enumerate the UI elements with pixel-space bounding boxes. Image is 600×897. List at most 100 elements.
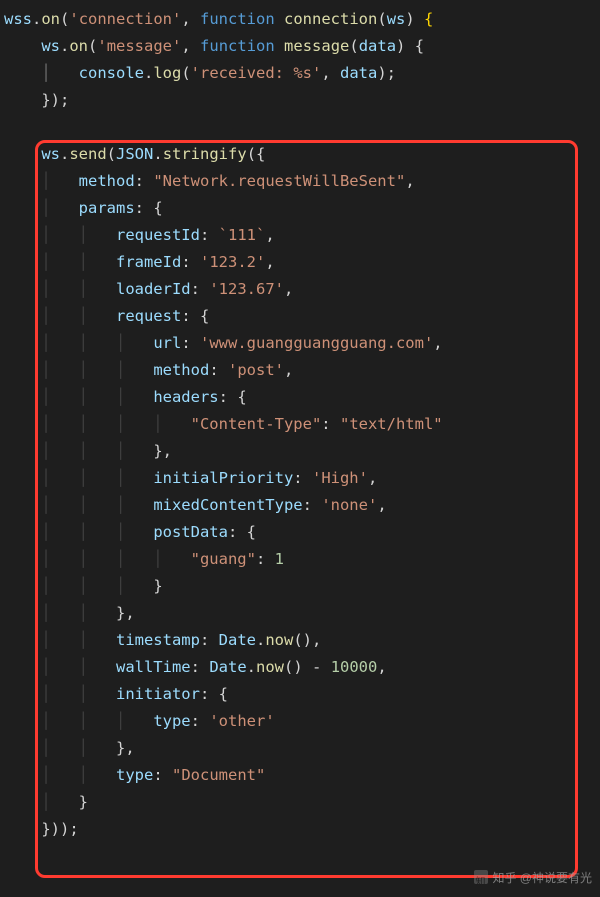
token-pun: : xyxy=(200,685,209,703)
code-line: │ │ timestamp: Date.now(), xyxy=(4,627,600,654)
token-str: '123.67' xyxy=(209,280,284,298)
token-guide: │ │ xyxy=(4,631,116,649)
token-str: 'none' xyxy=(321,496,377,514)
token-pun: , xyxy=(433,334,442,352)
token-pun: : xyxy=(303,496,312,514)
code-line: │ console.log('received: %s', data); xyxy=(4,60,600,87)
token-pun: . xyxy=(247,658,256,676)
token-obj: Date xyxy=(209,658,246,676)
code-line: │ │ │ headers: { xyxy=(4,384,600,411)
token-obj: initiator xyxy=(116,685,200,703)
token-pun: . xyxy=(144,64,153,82)
code-line: │ │ }, xyxy=(4,735,600,762)
token-guide: │ │ │ xyxy=(4,361,153,379)
token-pun: , xyxy=(265,226,274,244)
token-num: 10000 xyxy=(331,658,378,676)
code-line: │ │ }, xyxy=(4,600,600,627)
token-obj: type xyxy=(116,766,153,784)
token-str: `111` xyxy=(219,226,266,244)
token-pun: . xyxy=(60,145,69,163)
token-pun xyxy=(321,658,330,676)
token-pun: , xyxy=(405,172,414,190)
token-pun xyxy=(200,712,209,730)
token-pun xyxy=(331,415,340,433)
token-pun: ) { xyxy=(396,37,424,55)
token-pun: }, xyxy=(116,739,135,757)
token-pun xyxy=(4,37,41,55)
token-str: 'other' xyxy=(209,712,274,730)
token-pun xyxy=(200,658,209,676)
token-pun: , xyxy=(265,253,274,271)
token-obj: headers xyxy=(153,388,218,406)
token-pun: ( xyxy=(88,37,97,55)
token-guide: │ │ xyxy=(4,766,116,784)
token-pun: - xyxy=(312,658,321,676)
token-obj: data xyxy=(340,64,377,82)
token-pun: : xyxy=(200,631,209,649)
token-obj: requestId xyxy=(116,226,200,244)
token-guide: │ │ xyxy=(4,604,116,622)
token-pun xyxy=(303,469,312,487)
token-pun: . xyxy=(256,631,265,649)
token-guide: │ │ xyxy=(4,685,116,703)
token-pun: . xyxy=(60,37,69,55)
token-guide: │ │ │ xyxy=(4,496,153,514)
code-line: │ │ │ } xyxy=(4,573,600,600)
token-pun: , xyxy=(377,658,386,676)
token-pun: ) xyxy=(405,10,424,28)
token-guide: │ │ xyxy=(4,226,116,244)
token-str: "Document" xyxy=(172,766,265,784)
token-str: 'connection' xyxy=(69,10,181,28)
token-str: "text/html" xyxy=(340,415,443,433)
code-line: │ │ │ type: 'other' xyxy=(4,708,600,735)
token-pun xyxy=(191,253,200,271)
token-pun: , xyxy=(181,37,200,55)
token-pun: ( xyxy=(349,37,358,55)
token-kw: function xyxy=(200,10,275,28)
token-obj: ws xyxy=(41,145,60,163)
token-pun: ( xyxy=(181,64,190,82)
token-guide: │ │ │ xyxy=(4,469,153,487)
token-pun: ( xyxy=(60,10,69,28)
token-pun xyxy=(219,361,228,379)
token-pun: , xyxy=(321,64,340,82)
code-line: │ │ │ mixedContentType: 'none', xyxy=(4,492,600,519)
token-obj: Date xyxy=(219,631,256,649)
token-pun: , xyxy=(284,280,293,298)
token-obj: wss xyxy=(4,10,32,28)
token-fn: connection xyxy=(284,10,377,28)
code-line: │ params: { xyxy=(4,195,600,222)
token-pun: }, xyxy=(116,604,135,622)
token-obj: wallTime xyxy=(116,658,191,676)
token-pun: : xyxy=(228,523,237,541)
token-obj: ws xyxy=(387,10,406,28)
token-pun xyxy=(209,631,218,649)
code-line: │ │ request: { xyxy=(4,303,600,330)
code-line xyxy=(4,114,600,141)
token-guide: │ │ │ xyxy=(4,523,153,541)
token-pun xyxy=(265,550,274,568)
code-line: }); xyxy=(4,87,600,114)
token-str: 'message' xyxy=(97,37,181,55)
token-pun: })); xyxy=(4,820,79,838)
token-pun: : xyxy=(181,253,190,271)
code-line: })); xyxy=(4,816,600,843)
token-guide: │ │ │ xyxy=(4,577,153,595)
token-pun xyxy=(275,37,284,55)
code-line: │ │ requestId: `111`, xyxy=(4,222,600,249)
token-guide: │ │ │ │ xyxy=(4,415,191,433)
token-obj: request xyxy=(116,307,181,325)
token-pun: } xyxy=(153,577,162,595)
token-guide: │ │ xyxy=(4,658,116,676)
code-line: │ │ loaderId: '123.67', xyxy=(4,276,600,303)
token-guide: │ │ │ xyxy=(4,442,153,460)
code-line: │ │ type: "Document" xyxy=(4,762,600,789)
token-pun: : xyxy=(191,658,200,676)
token-pun xyxy=(312,496,321,514)
code-editor: wss.on('connection', function connection… xyxy=(0,0,600,843)
token-kw: function xyxy=(200,37,275,55)
token-pun: ( xyxy=(377,10,386,28)
token-pun: , xyxy=(368,469,377,487)
token-pun: : xyxy=(293,469,302,487)
token-pun: { xyxy=(228,388,247,406)
